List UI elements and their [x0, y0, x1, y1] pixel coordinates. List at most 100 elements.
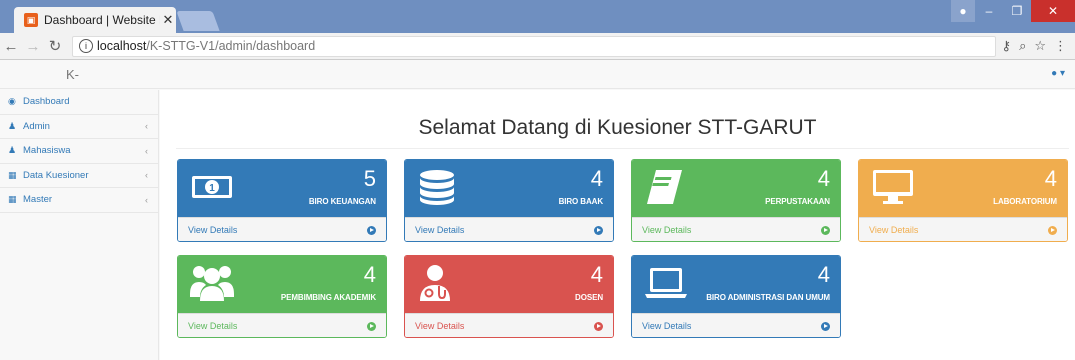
laptop-icon — [645, 268, 687, 298]
view-details-label: View Details — [415, 225, 465, 235]
panel-label: PERPUSTAKAAN — [765, 197, 830, 206]
view-details-link[interactable]: View Details — [632, 313, 840, 337]
panel-label: BIRO BAAK — [558, 197, 604, 206]
tab-close-icon[interactable]: ✕ — [160, 12, 176, 28]
view-details-label: View Details — [415, 321, 465, 331]
dashboard-icon: ◉ — [8, 96, 16, 107]
sidebar-item-data-kuesioner[interactable]: ▦ Data Kuesioner ‹ — [0, 164, 158, 188]
view-details-link[interactable]: View Details — [405, 313, 613, 337]
reload-icon[interactable]: ↻ — [44, 37, 66, 55]
sidebar-item-label: Mahasiswa — [23, 145, 71, 157]
arrow-circle-right-icon — [367, 225, 376, 235]
sidebar: ◉ Dashboard ♟ Admin ‹ ♟ Mahasiswa ‹ ▦ Da… — [0, 90, 159, 360]
panel-label: PEMBIMBING AKADEMIK — [280, 293, 376, 302]
key-icon[interactable]: ⚷ — [1002, 38, 1012, 54]
sidebar-item-label: Admin — [23, 120, 50, 132]
panel-label: DOSEN — [575, 293, 603, 302]
arrow-circle-right-icon — [594, 225, 603, 235]
view-details-link[interactable]: View Details — [632, 217, 840, 241]
view-details-link[interactable]: View Details — [178, 217, 386, 241]
main-content: Selamat Datang di Kuesioner STT-GARUT 1 … — [160, 90, 1075, 360]
new-tab-button[interactable] — [176, 11, 220, 31]
view-details-label: View Details — [188, 321, 238, 331]
arrow-circle-right-icon — [594, 321, 603, 331]
sidebar-item-master[interactable]: ▦ Master ‹ — [0, 188, 158, 213]
panel-heading: 4 PERPUSTAKAAN — [632, 160, 840, 217]
panel-count: 4 — [1044, 166, 1057, 191]
view-details-link[interactable]: View Details — [405, 217, 613, 241]
panel-biro-baak: 4 BIRO BAAK View Details — [404, 159, 614, 242]
book-icon — [647, 170, 682, 204]
panel-heading: 1 5 BIRO KEUANGAN — [178, 160, 386, 217]
panel-heading: 4 DOSEN — [405, 256, 613, 313]
maximize-icon[interactable]: ❐ — [1003, 0, 1031, 22]
view-details-label: View Details — [642, 321, 692, 331]
panel-perpustakaan: 4 PERPUSTAKAAN View Details — [631, 159, 841, 242]
url-host: localhost — [97, 39, 147, 53]
panel-pembimbing-akademik: 4 PEMBIMBING AKADEMIK View Details — [177, 255, 387, 338]
site-info-icon[interactable]: i — [79, 39, 93, 53]
user-icon: ♟ — [8, 120, 17, 131]
panel-count: 4 — [363, 262, 376, 287]
window-controls: ● – ❐ ✕ — [951, 0, 1075, 22]
url-input[interactable]: i localhost /K-STTG-V1/admin/dashboard — [72, 35, 996, 57]
page-title: Selamat Datang di Kuesioner STT-GARUT — [418, 116, 817, 139]
panel-dosen: 4 DOSEN View Details — [404, 255, 614, 338]
arrow-circle-right-icon — [821, 321, 830, 331]
chevron-left-icon: ‹ — [145, 121, 148, 132]
tab-title: Dashboard | Website Kue — [44, 13, 160, 27]
profile-icon[interactable]: ● — [951, 0, 975, 22]
panel-biro-keuangan: 1 5 BIRO KEUANGAN View Details — [177, 159, 387, 242]
desktop-icon — [873, 170, 913, 204]
browser-tab-bar: ▣ Dashboard | Website Kue ✕ ● – ❐ ✕ — [0, 0, 1075, 33]
panel-count: 5 — [363, 166, 376, 191]
group-icon — [190, 266, 234, 301]
view-details-link[interactable]: View Details — [859, 217, 1067, 241]
browser-tab[interactable]: ▣ Dashboard | Website Kue ✕ — [14, 7, 176, 33]
address-actions: ⚷ ⌕ ☆ ⋮ — [1002, 38, 1067, 54]
brand[interactable]: K- — [66, 67, 79, 82]
sidebar-item-mahasiswa[interactable]: ♟ Mahasiswa ‹ — [0, 139, 158, 164]
panel-heading: 4 LABORATORIUM — [859, 160, 1067, 217]
back-icon[interactable]: ← — [0, 38, 22, 55]
url-path: /K-STTG-V1/admin/dashboard — [146, 39, 316, 53]
svg-text:1: 1 — [209, 183, 215, 194]
user-menu-icon[interactable]: ● ▾ — [1051, 68, 1065, 79]
doctor-icon — [420, 265, 450, 301]
divider — [176, 148, 1069, 149]
sidebar-item-admin[interactable]: ♟ Admin ‹ — [0, 115, 158, 139]
star-icon[interactable]: ☆ — [1034, 38, 1046, 54]
window-close-icon[interactable]: ✕ — [1031, 0, 1075, 22]
panel-heading: 4 BIRO BAAK — [405, 160, 613, 217]
sidebar-item-label: Master — [23, 194, 53, 206]
chevron-left-icon: ‹ — [145, 194, 148, 205]
chevron-left-icon: ‹ — [145, 170, 148, 181]
database-icon — [420, 170, 454, 205]
view-details-label: View Details — [642, 225, 692, 235]
sidebar-item-label: Dashboard — [23, 96, 70, 108]
panel-count: 4 — [590, 166, 603, 191]
arrow-circle-right-icon — [1048, 225, 1057, 235]
view-details-link[interactable]: View Details — [178, 313, 386, 337]
address-bar: ← → ↻ i localhost /K-STTG-V1/admin/dashb… — [0, 33, 1075, 60]
sidebar-item-dashboard[interactable]: ◉ Dashboard — [0, 90, 158, 115]
sidebar-item-label: Data Kuesioner — [23, 169, 89, 181]
app-header: K- ● ▾ — [0, 60, 1075, 89]
money-icon: 1 — [192, 176, 232, 198]
panel-count: 4 — [590, 262, 603, 287]
chevron-left-icon: ‹ — [145, 145, 148, 156]
panel-biro-administrasi-dan-umum: 4 BIRO ADMINISTRASI DAN UMUM View Detail… — [631, 255, 841, 338]
minimize-icon[interactable]: – — [975, 0, 1003, 22]
caret-icon: ▾ — [1059, 68, 1065, 79]
zoom-icon[interactable]: ⌕ — [1019, 38, 1026, 54]
forward-icon[interactable]: → — [22, 38, 44, 55]
arrow-circle-right-icon — [821, 225, 830, 235]
panel-label: LABORATORIUM — [993, 197, 1057, 206]
panel-count: 4 — [817, 262, 830, 287]
table-icon: ▦ — [8, 169, 17, 180]
users-icon: ♟ — [8, 145, 17, 156]
panel-label: BIRO ADMINISTRASI DAN UMUM — [706, 293, 830, 302]
favicon-icon: ▣ — [24, 13, 38, 27]
table-icon: ▦ — [8, 194, 17, 205]
menu-icon[interactable]: ⋮ — [1054, 38, 1067, 54]
